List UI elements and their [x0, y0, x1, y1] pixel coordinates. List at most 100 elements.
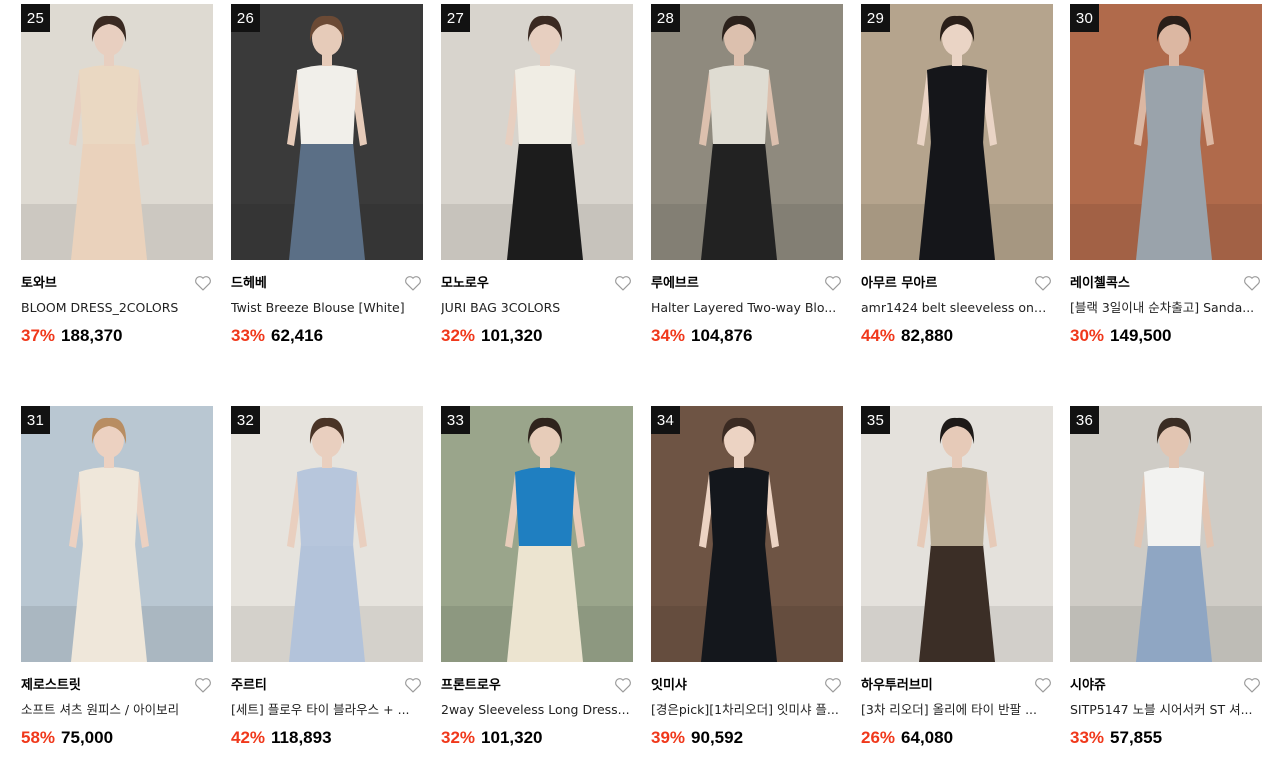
heart-icon[interactable]	[1034, 677, 1052, 693]
product-image[interactable]	[861, 406, 1053, 662]
product-title[interactable]: 소프트 셔츠 원피스 / 아이보리	[21, 702, 211, 718]
product-thumbnail[interactable]: 31	[21, 406, 213, 662]
product-image[interactable]	[21, 406, 213, 662]
heart-icon[interactable]	[404, 677, 422, 693]
product-title[interactable]: amr1424 belt sleeveless one...	[861, 300, 1051, 316]
product-image[interactable]	[1070, 4, 1262, 260]
heart-icon[interactable]	[404, 275, 422, 291]
discount-rate: 26%	[861, 728, 896, 747]
rank-badge: 30	[1070, 4, 1099, 32]
brand-row: 아무르 무아르	[861, 274, 1053, 294]
product-title[interactable]: BLOOM DRESS_2COLORS	[21, 300, 211, 316]
heart-icon[interactable]	[1243, 677, 1261, 693]
price-row: 30% 149,500	[1070, 326, 1262, 346]
heart-icon[interactable]	[824, 677, 842, 693]
product-card[interactable]: 26 드헤베 Twist Breeze Blouse [White] 33% 62,41…	[231, 4, 423, 346]
product-image[interactable]	[441, 406, 633, 662]
product-title[interactable]: JURI BAG 3COLORS	[441, 300, 631, 316]
product-card[interactable]: 27 모노로우 JURI BAG 3COLORS 32% 101,320	[441, 4, 633, 346]
product-thumbnail[interactable]: 35	[861, 406, 1053, 662]
brand-name[interactable]: 제로스트릿	[21, 676, 213, 696]
product-image[interactable]	[861, 4, 1053, 260]
discount-rate: 32%	[441, 326, 476, 345]
product-image[interactable]	[1070, 406, 1262, 662]
brand-name[interactable]: 하우투러브미	[861, 676, 1053, 696]
discount-rate: 34%	[651, 326, 686, 345]
product-card[interactable]: 25 토와브 BLOOM DRESS_2COLORS 37% 188,370	[21, 4, 213, 346]
product-card[interactable]: 32 주르티 [세트] 플로우 타이 블라우스 + ... 42% 118,893	[231, 406, 423, 748]
brand-name[interactable]: 프론트로우	[441, 676, 633, 696]
product-thumbnail[interactable]: 33	[441, 406, 633, 662]
rank-badge: 25	[21, 4, 50, 32]
product-title[interactable]: 2way Sleeveless Long Dress...	[441, 702, 631, 718]
product-card[interactable]: 28 루에브르 Halter Layered Two-way Blo... 34% 10…	[651, 4, 843, 346]
product-card[interactable]: 33 프론트로우 2way Sleeveless Long Dress... 32% 1…	[441, 406, 633, 748]
product-thumbnail[interactable]: 28	[651, 4, 843, 260]
price-row: 34% 104,876	[651, 326, 843, 346]
price-row: 39% 90,592	[651, 728, 843, 748]
sale-price: 90,592	[691, 728, 744, 747]
product-title[interactable]: Twist Breeze Blouse [White]	[231, 300, 421, 316]
discount-rate: 30%	[1070, 326, 1105, 345]
product-thumbnail[interactable]: 27	[441, 4, 633, 260]
heart-icon[interactable]	[614, 275, 632, 291]
price-row: 33% 57,855	[1070, 728, 1262, 748]
heart-icon[interactable]	[1243, 275, 1261, 291]
sale-price: 64,080	[901, 728, 954, 747]
rank-badge: 36	[1070, 406, 1099, 434]
heart-icon[interactable]	[194, 677, 212, 693]
product-image[interactable]	[651, 406, 843, 662]
brand-row: 루에브르	[651, 274, 843, 294]
product-card[interactable]: 29 아무르 무아르 amr1424 belt sleeveless one... 4…	[861, 4, 1053, 346]
price-row: 26% 64,080	[861, 728, 1053, 748]
rank-badge: 26	[231, 4, 260, 32]
brand-name[interactable]: 레이첼콕스	[1070, 274, 1262, 294]
heart-icon[interactable]	[1034, 275, 1052, 291]
rank-badge: 28	[651, 4, 680, 32]
rank-badge: 29	[861, 4, 890, 32]
product-image[interactable]	[231, 406, 423, 662]
product-image[interactable]	[441, 4, 633, 260]
product-title[interactable]: SITP5147 노블 시어서커 ST 셔...	[1070, 702, 1260, 718]
product-card[interactable]: 36 시야쥬 SITP5147 노블 시어서커 ST 셔... 33% 57,855	[1070, 406, 1262, 748]
product-title[interactable]: [경은pick][1차리오더] 잇미샤 플...	[651, 702, 841, 718]
brand-name[interactable]: 토와브	[21, 274, 213, 294]
product-card[interactable]: 30 레이첼콕스 [블랙 3일이내 순차출고] Sanda... 30% 149,500	[1070, 4, 1262, 346]
product-thumbnail[interactable]: 36	[1070, 406, 1262, 662]
product-thumbnail[interactable]: 26	[231, 4, 423, 260]
product-thumbnail[interactable]: 34	[651, 406, 843, 662]
discount-rate: 44%	[861, 326, 896, 345]
product-image[interactable]	[231, 4, 423, 260]
product-ranking-grid: 25 토와브 BLOOM DRESS_2COLORS 37% 188,370 26 드헤베 T…	[0, 0, 1271, 766]
product-image[interactable]	[21, 4, 213, 260]
product-thumbnail[interactable]: 29	[861, 4, 1053, 260]
rank-badge: 27	[441, 4, 470, 32]
heart-icon[interactable]	[194, 275, 212, 291]
product-card[interactable]: 31 제로스트릿소프트 셔츠 원피스 / 아이보리 58% 75,000	[21, 406, 213, 748]
brand-name[interactable]: 잇미샤	[651, 676, 843, 696]
product-thumbnail[interactable]: 32	[231, 406, 423, 662]
heart-icon[interactable]	[824, 275, 842, 291]
product-thumbnail[interactable]: 25	[21, 4, 213, 260]
product-image[interactable]	[651, 4, 843, 260]
product-card[interactable]: 35 하우투러브미 [3차 리오더] 올리에 타이 반팔 ... 26% 64,080	[861, 406, 1053, 748]
product-title[interactable]: [3차 리오더] 올리에 타이 반팔 ...	[861, 702, 1051, 718]
brand-name[interactable]: 드헤베	[231, 274, 423, 294]
product-card[interactable]: 34 잇미샤 [경은pick][1차리오더] 잇미샤 플... 39% 90,592	[651, 406, 843, 748]
brand-row: 주르티	[231, 676, 423, 696]
sale-price: 75,000	[61, 728, 114, 747]
product-title[interactable]: [블랙 3일이내 순차출고] Sanda...	[1070, 300, 1260, 316]
brand-name[interactable]: 시야쥬	[1070, 676, 1262, 696]
brand-name[interactable]: 주르티	[231, 676, 423, 696]
brand-row: 토와브	[21, 274, 213, 294]
price-row: 32% 101,320	[441, 326, 633, 346]
brand-name[interactable]: 모노로우	[441, 274, 633, 294]
discount-rate: 58%	[21, 728, 56, 747]
product-title[interactable]: Halter Layered Two-way Blo...	[651, 300, 841, 316]
product-title[interactable]: [세트] 플로우 타이 블라우스 + ...	[231, 702, 421, 718]
heart-icon[interactable]	[614, 677, 632, 693]
rank-badge: 35	[861, 406, 890, 434]
brand-name[interactable]: 루에브르	[651, 274, 843, 294]
brand-name[interactable]: 아무르 무아르	[861, 274, 1053, 294]
product-thumbnail[interactable]: 30	[1070, 4, 1262, 260]
